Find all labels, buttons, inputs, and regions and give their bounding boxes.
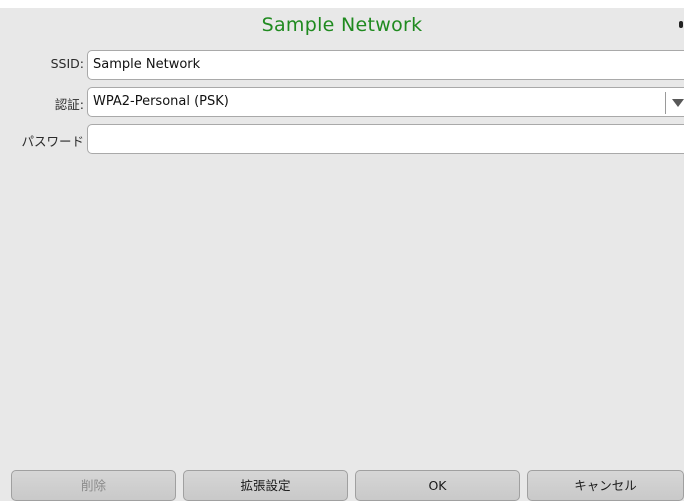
password-input[interactable] (87, 124, 684, 154)
ssid-value: Sample Network (93, 57, 201, 72)
advanced-settings-button[interactable]: 拡張設定 (183, 470, 348, 501)
cancel-button[interactable]: キャンセル (527, 470, 684, 501)
password-label: パスワード (21, 134, 84, 149)
ok-button[interactable]: OK (355, 470, 520, 501)
auth-select[interactable]: WPA2-Personal (PSK) (87, 87, 684, 117)
dropdown-toggle[interactable] (665, 92, 684, 114)
page-title: Sample Network (261, 14, 423, 36)
auth-label: 認証: (54, 97, 84, 112)
top-strip (0, 0, 684, 8)
ssid-input[interactable]: Sample Network (87, 50, 684, 80)
chevron-down-icon (672, 99, 684, 107)
ssid-label: SSID: (50, 56, 84, 71)
delete-button[interactable]: 削除 (11, 470, 176, 501)
auth-value: WPA2-Personal (PSK) (93, 94, 229, 109)
